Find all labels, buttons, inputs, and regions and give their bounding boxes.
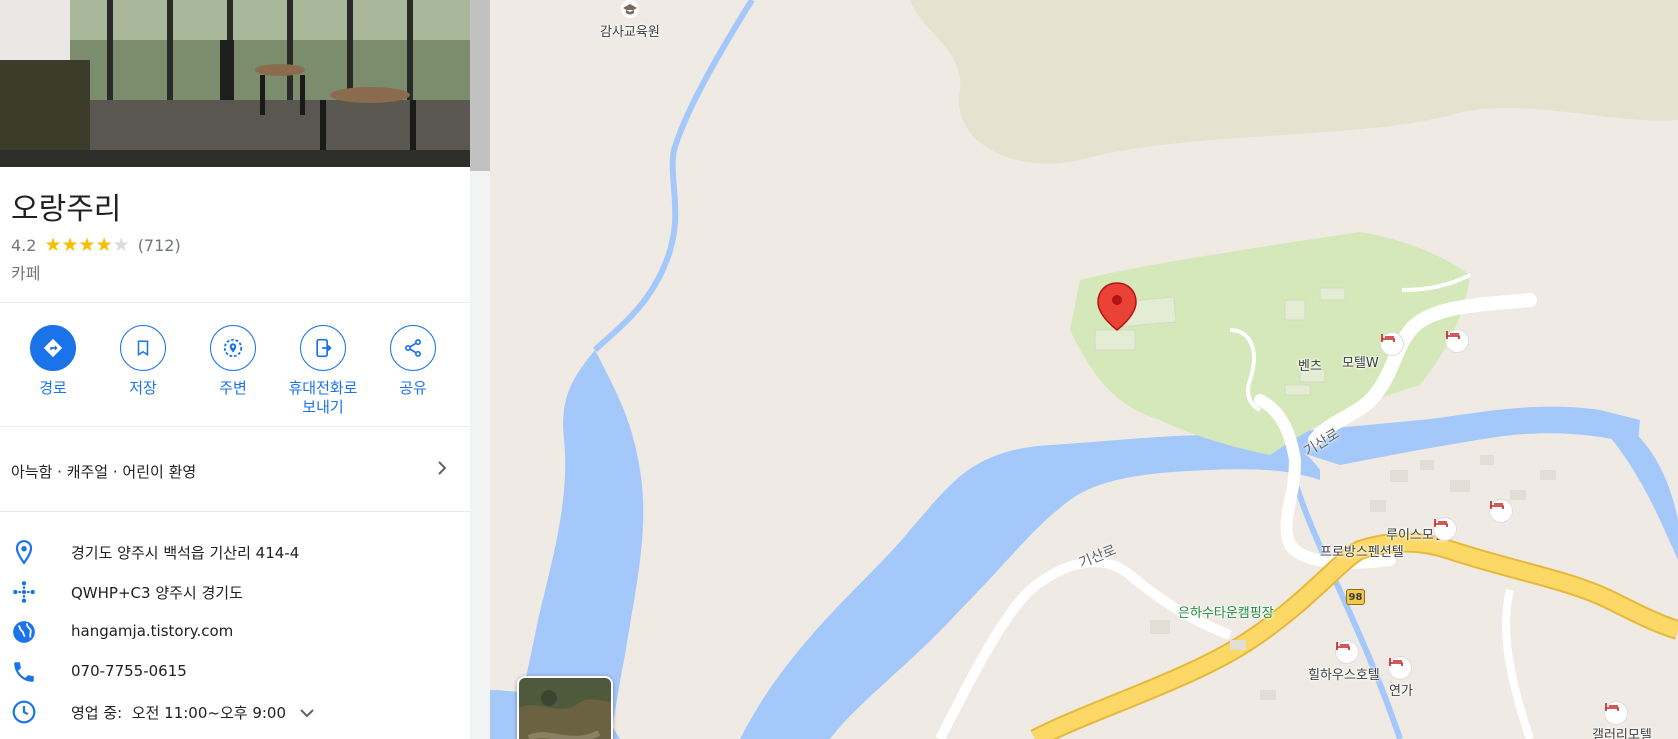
nearby-icon — [210, 325, 256, 371]
place-panel: 오랑주리 4.2 ★ ★ ★ ★ ★ (712) 카페 경로 저장 주변 휴대전… — [0, 0, 470, 739]
scrollbar-thumb[interactable] — [470, 0, 490, 171]
hours-status: 영업 중: — [71, 704, 123, 722]
clock-icon — [11, 699, 37, 725]
terrain-shading — [910, 0, 1678, 164]
road — [1502, 589, 1534, 739]
attributes-row[interactable]: 아늑함 · 캐주얼 · 어린이 환영 — [0, 438, 470, 502]
phone-number: 070-7755-0615 — [71, 662, 187, 680]
hotel-icon[interactable] — [1446, 330, 1468, 352]
route-shield: 98 — [1346, 589, 1365, 605]
place-photo[interactable] — [0, 0, 470, 167]
directions-icon — [30, 325, 76, 371]
address-text: 경기도 양주시 백석읍 기산리 414-4 — [71, 544, 300, 562]
map-label-gallery-motel[interactable]: 갤러리모텔 — [1592, 724, 1652, 739]
plus-code-row[interactable]: QWHP+C3 양주시 경기도 — [0, 573, 470, 609]
chevron-down-icon[interactable] — [299, 705, 315, 723]
divider — [0, 302, 470, 303]
hotel-icon[interactable] — [1434, 518, 1456, 540]
place-category[interactable]: 카페 — [11, 260, 40, 284]
map-label-yeonga[interactable]: 연가 — [1389, 680, 1413, 699]
map-canvas[interactable]: 감사교육원 벤츠 모텔W 기산로 기산로 루이스모텔 프로방스펜션텔 은하수타운… — [490, 0, 1678, 739]
star-icon: ★ — [95, 234, 113, 256]
review-count[interactable]: (712) — [138, 236, 181, 255]
location-pin-icon — [11, 539, 37, 565]
share-label: 공유 — [399, 379, 427, 397]
school-icon — [621, 0, 639, 18]
star-icon: ★ — [61, 234, 79, 256]
website-link[interactable]: hangamja.tistory.com — [71, 622, 233, 640]
address-row[interactable]: 경기도 양주시 백석읍 기산리 414-4 — [0, 533, 470, 569]
map-label-motel-w[interactable]: 모텔W — [1342, 352, 1379, 371]
plus-code-icon — [11, 579, 37, 605]
plus-code-text: QWHP+C3 양주시 경기도 — [71, 584, 243, 602]
chevron-right-icon — [436, 458, 448, 482]
satellite-layer-toggle[interactable] — [517, 676, 613, 739]
place-title: 오랑주리 — [11, 192, 122, 227]
rating-row: 4.2 ★ ★ ★ ★ ★ (712) — [11, 233, 181, 257]
map-label-provence-pension[interactable]: 프로방스펜션텔 — [1320, 541, 1404, 560]
hours-range: 오전 11:00~오후 9:00 — [131, 704, 286, 722]
divider — [0, 511, 470, 512]
phone-icon — [11, 659, 37, 685]
hours-text: 영업 중: 오전 11:00~오후 9:00 — [71, 702, 315, 723]
star-icon: ★ — [44, 234, 62, 256]
map-label-bents[interactable]: 벤츠 — [1298, 355, 1322, 374]
hotel-icon[interactable] — [1389, 657, 1411, 679]
star-icon: ★ — [78, 234, 96, 256]
send-to-phone-label-line2: 보내기 — [302, 398, 344, 416]
hours-row[interactable]: 영업 중: 오전 11:00~오후 9:00 — [0, 693, 470, 729]
share-button[interactable]: 공유 — [358, 325, 468, 398]
map-graphics — [490, 0, 1678, 739]
bookmark-icon — [120, 325, 166, 371]
star-rating: ★ ★ ★ ★ ★ — [44, 235, 129, 255]
rating-value: 4.2 — [11, 235, 37, 255]
map-label-education[interactable]: 감사교육원 — [600, 21, 660, 40]
hotel-icon[interactable] — [1490, 500, 1512, 522]
phone-row[interactable]: 070-7755-0615 — [0, 653, 470, 689]
divider — [0, 426, 470, 427]
map-label-hill-house[interactable]: 힐하우스호텔 — [1308, 664, 1380, 683]
send-to-phone-icon — [300, 325, 346, 371]
hotel-icon[interactable] — [1381, 333, 1403, 355]
hotel-icon[interactable] — [1336, 641, 1358, 663]
website-row[interactable]: hangamja.tistory.com — [0, 613, 470, 649]
map-label-camping[interactable]: 은하수타운캠핑장 — [1178, 602, 1274, 621]
attributes-text: 아늑함 · 캐주얼 · 어린이 환영 — [11, 463, 197, 481]
app-root: 오랑주리 4.2 ★ ★ ★ ★ ★ (712) 카페 경로 저장 주변 휴대전… — [0, 0, 1678, 739]
star-empty-icon: ★ — [112, 234, 130, 256]
globe-icon — [11, 619, 37, 645]
hotel-icon[interactable] — [1605, 702, 1627, 724]
share-icon — [390, 325, 436, 371]
